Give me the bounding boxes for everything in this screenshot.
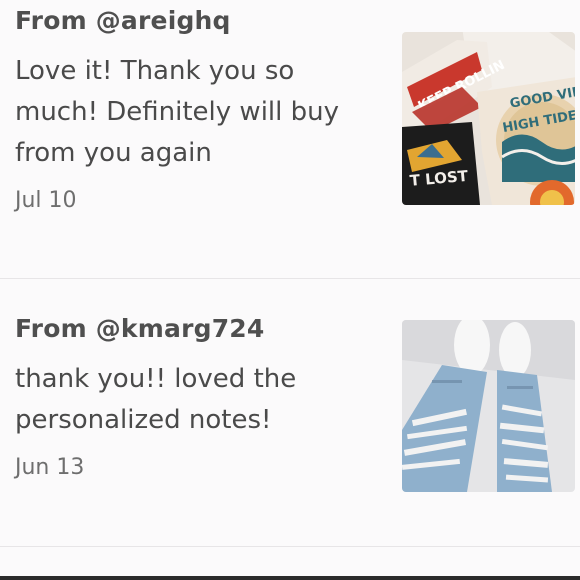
review-text: From @kmarg724 thank you!! loved the per…	[15, 314, 385, 481]
review-thumbnail[interactable]	[402, 320, 575, 492]
tshirts-photo: KEEP ROLLIN T LOST GOOD VIBES HIGH TIDE	[402, 32, 575, 205]
review-thumbnail[interactable]: KEEP ROLLIN T LOST GOOD VIBES HIGH TIDE	[402, 32, 575, 205]
review-item: From @areighq Love it! Thank you so much…	[0, 0, 580, 278]
review-date: Jun 13	[15, 455, 85, 480]
ripped-jeans-photo	[402, 320, 575, 492]
review-item: From @kmarg724 thank you!! loved the per…	[0, 279, 580, 546]
review-date: Jul 10	[15, 188, 77, 213]
review-comment: thank you!! loved the personalized notes…	[15, 364, 297, 435]
divider	[0, 546, 580, 547]
review-author[interactable]: From @kmarg724	[15, 314, 385, 344]
review-text: From @areighq Love it! Thank you so much…	[15, 6, 385, 214]
bottom-edge	[0, 576, 580, 580]
review-author[interactable]: From @areighq	[15, 6, 385, 36]
review-comment: Love it! Thank you so much! Definitely w…	[15, 56, 339, 168]
